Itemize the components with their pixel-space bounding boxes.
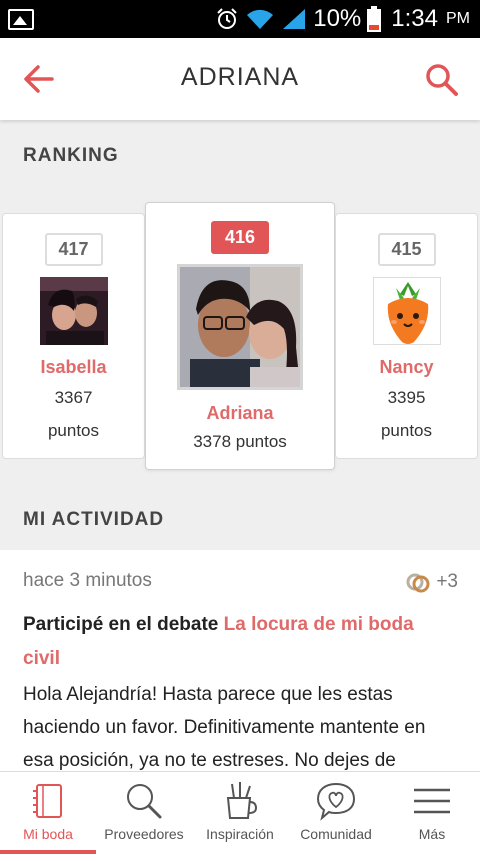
signal-icon: [283, 9, 306, 29]
nav-label: Comunidad: [300, 826, 372, 842]
ranking-card-isabella[interactable]: 417 Isabella 3367 puntos: [2, 213, 145, 459]
activity-body: Hola Alejandría! Hasta parece que les es…: [23, 684, 426, 771]
participants-count: +3: [436, 571, 458, 592]
clock-time: 1:34: [391, 5, 438, 32]
nav-item-inspiracion[interactable]: Inspiración: [192, 772, 288, 854]
rank-points-value: 3395: [387, 388, 426, 407]
nav-item-mas[interactable]: Más: [384, 772, 480, 854]
nav-item-mi-boda[interactable]: Mi boda: [0, 772, 96, 854]
search-icon[interactable]: [424, 62, 460, 98]
activity-headline-prefix: Participé en el debate: [23, 614, 219, 635]
ranking-card-nancy[interactable]: 415 Nancy 3395 puntos: [335, 213, 478, 459]
search-icon: [127, 784, 162, 819]
avatar: [39, 277, 108, 345]
activity-participants[interactable]: +3: [406, 570, 458, 594]
wifi-icon: [247, 9, 274, 29]
rank-name: Nancy: [379, 357, 434, 377]
nav-item-comunidad[interactable]: Comunidad: [288, 772, 384, 854]
pencil-cup-icon: [226, 782, 258, 819]
rank-points: 3378 puntos: [193, 432, 287, 451]
battery-percent: 10%: [313, 5, 362, 32]
carrot-avatar-icon: [372, 277, 441, 345]
nav-label: Inspiración: [206, 826, 274, 842]
nav-label: Proveedores: [104, 826, 184, 842]
rank-badge: 417: [44, 233, 103, 266]
rings-icon: [406, 573, 430, 593]
rank-badge: 415: [377, 233, 436, 266]
rank-points-value: 3367: [54, 388, 93, 407]
clock-ampm: PM: [446, 10, 470, 27]
heart-chat-icon: [316, 782, 356, 821]
image-notification-icon: [8, 9, 34, 30]
activity-timestamp: hace 3 minutos: [23, 570, 152, 591]
nav-item-proveedores[interactable]: Proveedores: [96, 772, 192, 854]
rank-points-label: puntos: [47, 421, 100, 440]
status-bar: 10% 1:34 PM: [0, 0, 480, 38]
menu-icon: [414, 788, 450, 814]
rank-name: Adriana: [206, 403, 274, 423]
avatar: [177, 264, 303, 390]
nav-label: Más: [418, 826, 446, 842]
activity-headline: Participé en el debate La locura de mi b…: [23, 608, 440, 676]
rank-name: Isabella: [40, 357, 107, 377]
rank-badge-current: 416: [211, 221, 269, 254]
activity-section-title: MI ACTIVIDAD: [23, 509, 165, 530]
ranking-section-title: RANKING: [23, 145, 119, 166]
alarm-icon: [217, 8, 237, 29]
nav-label: Mi boda: [23, 826, 73, 842]
page-title: ADRIANA: [180, 63, 300, 91]
bottom-navigation: Mi boda Proveedores Inspiración Comunida…: [0, 771, 480, 854]
app-header: ADRIANA: [0, 38, 480, 120]
battery-icon: [367, 6, 382, 32]
notebook-icon: [33, 784, 62, 818]
rank-points-label: puntos: [380, 421, 433, 440]
activity-card[interactable]: hace 3 minutos +3 Participé en el debate…: [0, 550, 480, 774]
ranking-card-adriana[interactable]: 416 Adriana 3378 puntos: [145, 202, 335, 470]
